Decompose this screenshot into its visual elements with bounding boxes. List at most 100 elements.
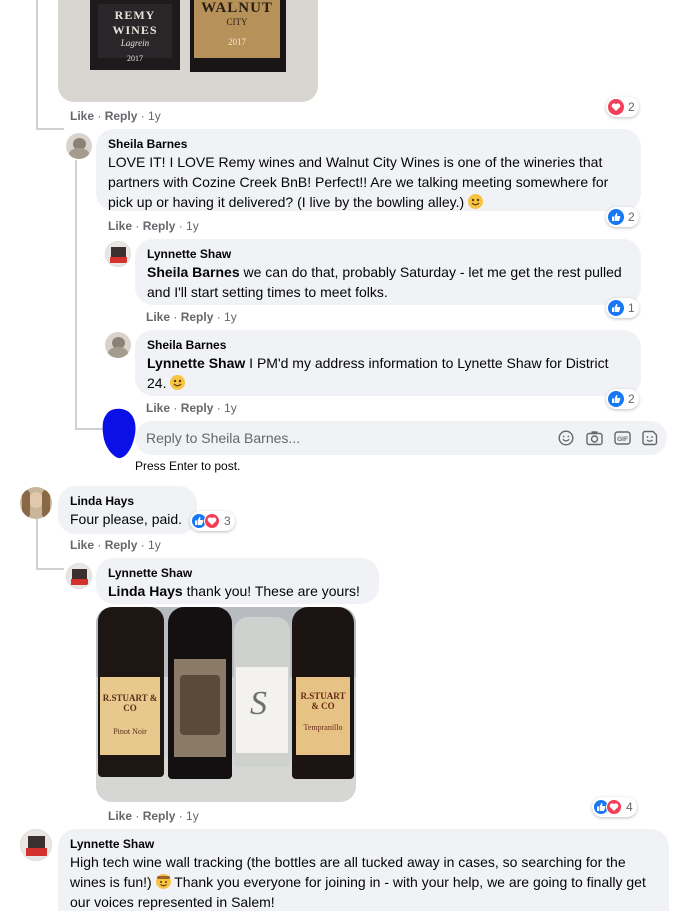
thread-line <box>36 568 64 570</box>
reply-button[interactable]: Reply <box>143 219 176 233</box>
timestamp[interactable]: 1y <box>148 538 161 552</box>
reaction-summary[interactable]: 2 <box>606 389 639 409</box>
reply-input[interactable]: Reply to Sheila Barnes... <box>146 430 300 446</box>
mention-link[interactable]: Linda Hays <box>108 583 183 599</box>
comment-text-content: thank you! These are yours! <box>182 583 360 599</box>
smile-emoji-icon <box>468 194 484 209</box>
reply-button[interactable]: Reply <box>181 401 214 415</box>
reaction-summary[interactable]: 2 <box>606 207 639 227</box>
reply-hint: Press Enter to post. <box>135 459 241 473</box>
reaction-summary[interactable]: 1 <box>606 298 639 318</box>
reply-button[interactable]: Reply <box>105 109 138 123</box>
svg-text:GIF: GIF <box>617 436 628 443</box>
gif-icon[interactable]: GIF <box>614 430 631 451</box>
reply-input-box[interactable]: Reply to Sheila Barnes... GIF <box>135 421 667 455</box>
timestamp[interactable]: 1y <box>224 310 237 324</box>
reaction-count: 4 <box>626 800 633 814</box>
reaction-count: 3 <box>224 514 231 528</box>
camera-icon[interactable] <box>586 430 603 451</box>
comment-bubble: Lynnette Shaw Sheila Barnes we can do th… <box>135 239 641 305</box>
timestamp[interactable]: 1y <box>186 809 199 823</box>
avatar[interactable] <box>20 829 52 861</box>
wine-label: REMY WINES <box>112 8 158 37</box>
thread-line <box>36 0 38 130</box>
like-button[interactable]: Like <box>70 538 94 552</box>
comment-text: Lynnette Shaw I PM'd my address informat… <box>147 353 629 393</box>
comment-text: Sheila Barnes we can do that, probably S… <box>147 262 629 302</box>
comment-text: High tech wine wall tracking (the bottle… <box>70 852 657 911</box>
reaction-summary[interactable]: 2 <box>606 97 639 117</box>
reaction-summary[interactable]: 3 <box>190 511 235 531</box>
avatar[interactable] <box>105 332 131 358</box>
emoji-icon[interactable] <box>558 430 574 451</box>
love-icon <box>204 513 220 529</box>
sticker-icon[interactable] <box>642 430 658 451</box>
comment-text: Linda Hays thank you! These are yours! <box>108 581 367 601</box>
comment-actions: Like · Reply · 1y <box>146 401 237 415</box>
comment-text-content: LOVE IT! I LOVE Remy wines and Walnut Ci… <box>108 154 609 210</box>
comment-actions: Like · Reply · 1y <box>70 538 161 552</box>
comment-bubble: Lynnette Shaw High tech wine wall tracki… <box>58 829 669 911</box>
timestamp[interactable]: 1y <box>148 109 161 123</box>
comment-author[interactable]: Lynnette Shaw <box>108 565 367 581</box>
reaction-count: 1 <box>628 301 635 315</box>
smile-emoji-icon <box>170 375 186 390</box>
thread-line <box>75 160 77 430</box>
avatar[interactable] <box>66 563 92 589</box>
thread-line <box>75 428 103 430</box>
comment-actions: Like · Reply · 1y <box>108 219 199 233</box>
wine-label: Lagrein <box>120 38 150 48</box>
reply-button[interactable]: Reply <box>105 538 138 552</box>
like-button[interactable]: Like <box>146 401 170 415</box>
love-icon <box>606 799 622 815</box>
wine-photo[interactable]: R.STUART & CO Pinot Noir S R.STUART & CO… <box>96 607 356 802</box>
like-icon <box>608 209 624 225</box>
comment-bubble: Linda Hays Four please, paid. <box>58 486 197 534</box>
avatar[interactable] <box>20 487 52 519</box>
comment-author[interactable]: Sheila Barnes <box>108 136 629 152</box>
reaction-count: 2 <box>628 100 635 114</box>
like-icon <box>608 391 624 407</box>
like-icon <box>608 300 624 316</box>
wine-label: Pinot Noir <box>113 727 147 736</box>
reaction-count: 2 <box>628 392 635 406</box>
redacted-avatar <box>102 408 136 459</box>
avatar[interactable] <box>105 241 131 267</box>
comment-author[interactable]: Lynnette Shaw <box>147 246 629 262</box>
mention-link[interactable]: Sheila Barnes <box>147 264 240 280</box>
like-button[interactable]: Like <box>108 219 132 233</box>
reaction-summary[interactable]: 4 <box>592 797 637 817</box>
reaction-count: 2 <box>628 210 635 224</box>
comment-author[interactable]: Lynnette Shaw <box>70 836 657 852</box>
wine-label: R.STUART & CO <box>102 693 158 713</box>
comment-author[interactable]: Linda Hays <box>70 493 185 509</box>
avatar[interactable] <box>66 133 92 159</box>
cowboy-emoji-icon <box>155 874 171 889</box>
comment-text: LOVE IT! I LOVE Remy wines and Walnut Ci… <box>108 152 629 212</box>
reply-button[interactable]: Reply <box>143 809 176 823</box>
wine-label: Tempranillo <box>303 723 343 732</box>
comment-actions: Like · Reply · 1y <box>108 809 199 823</box>
wine-label: R.STUART & CO <box>300 691 346 711</box>
comment-bubble: Sheila Barnes Lynnette Shaw I PM'd my ad… <box>135 330 641 396</box>
mention-link[interactable]: Lynnette Shaw <box>147 355 245 371</box>
thread-line <box>36 518 38 568</box>
comment-actions: Like · Reply · 1y <box>70 109 161 123</box>
like-button[interactable]: Like <box>146 310 170 324</box>
wine-label: WALNUT <box>201 0 273 16</box>
like-button[interactable]: Like <box>70 109 94 123</box>
comment-author[interactable]: Sheila Barnes <box>147 337 629 353</box>
comment-text-content: Four please, paid. <box>70 511 183 527</box>
comment-bubble: Lynnette Shaw Linda Hays thank you! Thes… <box>96 558 379 604</box>
comment-actions: Like · Reply · 1y <box>146 310 237 324</box>
comment-bubble: Sheila Barnes LOVE IT! I LOVE Remy wines… <box>96 129 641 211</box>
like-button[interactable]: Like <box>108 809 132 823</box>
thread-line <box>36 128 64 130</box>
wine-photo-top[interactable]: REMY WINES Lagrein 2017 WALNUT CITY 2017 <box>58 0 318 102</box>
timestamp[interactable]: 1y <box>224 401 237 415</box>
wine-label: CITY <box>226 17 248 27</box>
reply-button[interactable]: Reply <box>181 310 214 324</box>
love-icon <box>608 99 624 115</box>
timestamp[interactable]: 1y <box>186 219 199 233</box>
wine-label: 2017 <box>228 37 246 47</box>
